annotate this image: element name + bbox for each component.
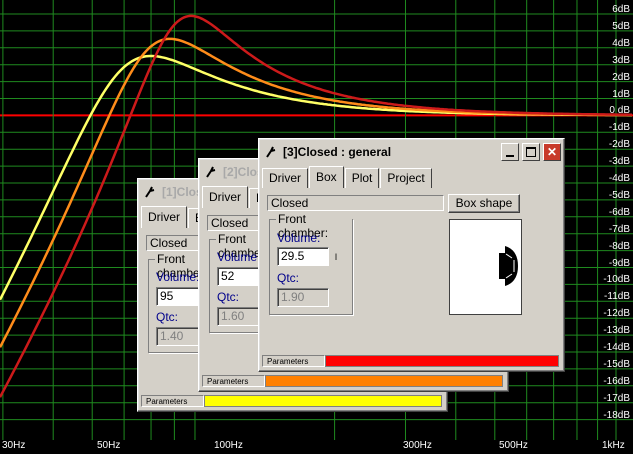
db-label: -12dB: [603, 308, 630, 320]
db-label: 3dB: [612, 54, 630, 66]
speaker-app-icon: [265, 145, 279, 159]
hz-label: 30Hz: [2, 440, 26, 451]
db-label: 4dB: [612, 37, 630, 49]
status-color-bar: [265, 375, 503, 387]
db-label: -5dB: [608, 189, 630, 201]
qtc-input: 1.60: [217, 307, 261, 326]
status-bar: Parameters: [262, 355, 559, 367]
tab-plot[interactable]: Plot: [344, 168, 380, 188]
db-label: -13dB: [603, 325, 630, 337]
db-label: -6dB: [608, 206, 630, 218]
db-label: -15dB: [603, 358, 630, 370]
close-icon: ✕: [546, 145, 558, 159]
tab-strip: Driver Box Plot Project: [262, 166, 433, 188]
tab-driver[interactable]: Driver: [141, 206, 187, 228]
status-color-bar: [204, 395, 442, 407]
box-shape-preview: [449, 219, 522, 315]
speaker-app-icon: [205, 165, 219, 179]
volume-label: Volume:: [277, 231, 321, 245]
db-label: 0 dB: [609, 105, 630, 117]
qtc-input: 1.90: [277, 288, 329, 307]
db-label: -17dB: [603, 392, 630, 404]
db-label: -8dB: [608, 240, 630, 252]
closed-box-window-3[interactable]: [3]Closed : general ✕ Driver Box Plot Pr…: [258, 138, 565, 372]
status-bar: Parameters: [141, 395, 442, 407]
db-label: -11dB: [604, 291, 630, 303]
hz-label: 300Hz: [403, 440, 432, 451]
hz-label: 100Hz: [214, 440, 243, 451]
speaker-app-icon: [144, 185, 158, 199]
db-label: -16dB: [603, 375, 630, 387]
window-title: [3]Closed : general: [283, 145, 392, 159]
status-bar: Parameters: [202, 375, 503, 387]
db-label: -3dB: [608, 156, 630, 168]
volume-label: Volume:: [156, 270, 200, 284]
volume-input[interactable]: 95: [156, 287, 200, 306]
volume-unit-label: l: [335, 252, 337, 262]
db-label: -2dB: [608, 139, 630, 151]
minimize-button[interactable]: [501, 143, 519, 161]
status-parameters[interactable]: Parameters: [141, 395, 204, 407]
status-parameters[interactable]: Parameters: [262, 355, 325, 367]
db-label: -4dB: [608, 173, 630, 184]
hz-label: 1kHz: [602, 440, 625, 451]
qtc-label: Qtc:: [217, 290, 240, 304]
db-label: -9dB: [608, 257, 630, 269]
hz-label: 50Hz: [97, 440, 121, 451]
tab-project[interactable]: Project: [380, 168, 432, 188]
tab-driver[interactable]: Driver: [202, 186, 248, 208]
db-label: 6dB: [612, 4, 630, 15]
db-label: -10dB: [603, 274, 630, 286]
db-label: -14dB: [603, 342, 630, 353]
maximize-button[interactable]: [522, 143, 540, 161]
box-type-field: Closed: [267, 195, 444, 211]
speaker-driver-icon: [499, 246, 518, 286]
db-label: 1dB: [612, 88, 630, 100]
maximize-icon: [526, 147, 536, 157]
status-parameters[interactable]: Parameters: [202, 375, 265, 387]
tab-driver[interactable]: Driver: [262, 168, 308, 188]
tab-box[interactable]: Box: [309, 166, 344, 188]
volume-label: Volume:: [217, 250, 261, 264]
db-label: 5dB: [612, 20, 630, 32]
qtc-label: Qtc:: [156, 310, 179, 324]
box-shape-button[interactable]: Box shape: [448, 194, 520, 213]
volume-input[interactable]: 29.5: [277, 247, 329, 266]
qtc-label: Qtc:: [277, 271, 300, 285]
db-label: 2dB: [612, 71, 630, 83]
status-color-bar: [325, 355, 559, 367]
db-label: -1dB: [608, 122, 630, 134]
window-titlebar[interactable]: [3]Closed : general ✕: [262, 142, 561, 162]
minimize-icon: [506, 155, 514, 157]
close-button[interactable]: ✕: [543, 143, 561, 161]
hz-label: 500Hz: [499, 440, 528, 451]
db-label: -18dB: [603, 409, 630, 421]
qtc-input: 1.40: [156, 327, 200, 346]
volume-input[interactable]: 52: [217, 267, 261, 286]
db-label: -7dB: [608, 223, 630, 235]
